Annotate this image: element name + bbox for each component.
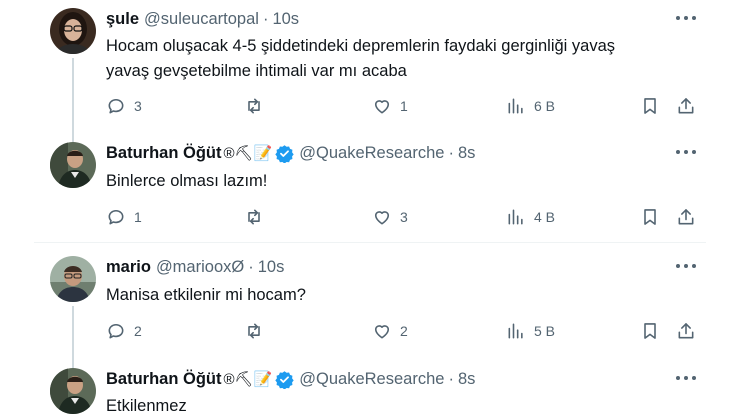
repost-button[interactable] (244, 320, 264, 342)
reply-icon (108, 98, 124, 114)
repost-icon (248, 98, 260, 114)
tweet-header: mario @mariooxØ · 10s (106, 256, 284, 278)
repost-icon (248, 209, 260, 225)
verified-badge-icon[interactable] (275, 370, 294, 389)
views-count: 5 B (534, 323, 556, 339)
tweet-actions: 1 3 4 B (0, 206, 730, 228)
views-bar-chart-icon (508, 323, 523, 339)
tweet-text-line: Binlerce olması lazım! (106, 172, 268, 190)
bookmark-button[interactable] (640, 320, 660, 342)
heart-icon (374, 211, 390, 225)
like-button[interactable]: 1 (372, 95, 408, 117)
bookmark-button[interactable] (640, 206, 660, 228)
share-icon (678, 98, 694, 114)
tweet-text-line: Manisa etkilenir mi hocam? (106, 286, 306, 304)
tweet-text: Manisa etkilenir mi hocam? (106, 283, 306, 308)
views-button[interactable]: 6 B (506, 95, 555, 117)
reply-icon (108, 209, 124, 225)
like-count: 1 (400, 98, 408, 114)
more-dots-icon[interactable] (674, 258, 698, 274)
like-button[interactable]: 2 (372, 320, 408, 342)
views-count: 4 B (534, 209, 556, 225)
avatar-baturhan[interactable] (50, 368, 96, 414)
verified-badge-icon[interactable] (275, 144, 294, 163)
tweet-text: Etkilenmez (106, 394, 187, 419)
more-dots-icon[interactable] (674, 144, 698, 160)
views-bar-chart-icon (508, 98, 523, 114)
bookmark-icon (644, 323, 656, 339)
author-handle[interactable]: @mariooxØ (156, 258, 244, 277)
author-emojis: ®⛏📝 (223, 370, 273, 388)
author-handle[interactable]: @QuakeResearche (299, 144, 444, 163)
tweet-3[interactable]: mario @mariooxØ · 10s Manisa etkilenir m… (0, 252, 730, 368)
author-name[interactable]: Baturhan Öğüt (106, 144, 222, 163)
bookmark-icon (644, 98, 656, 114)
tweet-header: Baturhan Öğüt ®⛏📝 @QuakeResearche · 8s (106, 368, 475, 390)
author-handle[interactable]: @QuakeResearche (299, 370, 444, 389)
views-count: 6 B (534, 98, 556, 114)
timestamp[interactable]: 8s (458, 144, 475, 163)
author-name[interactable]: mario (106, 258, 151, 277)
reply-button[interactable]: 2 (106, 320, 142, 342)
tweet-text: Hocam oluşacak 4-5 şiddetindeki depremle… (106, 34, 615, 84)
tweet-actions: 2 2 5 B (0, 320, 730, 342)
share-button[interactable] (676, 95, 696, 117)
reply-button[interactable]: 3 (106, 95, 142, 117)
tweet-text-line: yavaş gevşetebilme ihtimali var mı acaba (106, 62, 407, 80)
repost-icon (248, 323, 260, 339)
more-dots-icon[interactable] (674, 10, 698, 26)
separator-dot: · (448, 143, 454, 162)
bookmark-button[interactable] (640, 95, 660, 117)
share-icon (678, 209, 694, 225)
like-count: 2 (400, 323, 408, 339)
tweet-text-line: Hocam oluşacak 4-5 şiddetindeki depremle… (106, 37, 616, 55)
tweet-text-line: Etkilenmez (106, 397, 187, 415)
views-button[interactable]: 5 B (506, 320, 555, 342)
author-emojis: ®⛏📝 (223, 144, 273, 162)
reply-count: 1 (134, 209, 142, 225)
tweet-2[interactable]: Baturhan Öğüt ®⛏📝 @QuakeResearche · 8s B… (0, 142, 730, 242)
timestamp[interactable]: 10s (258, 258, 285, 277)
more-dots-icon[interactable] (674, 370, 698, 386)
tweet-text: Binlerce olması lazım! (106, 169, 267, 194)
reply-icon (108, 323, 124, 339)
views-bar-chart-icon (508, 209, 523, 225)
tweet-1[interactable]: şule @suleucartopal · 10s Hocam oluşacak… (0, 0, 730, 142)
tweet-header: şule @suleucartopal · 10s (106, 8, 299, 30)
avatar-baturhan[interactable] (50, 142, 96, 188)
reply-count: 2 (134, 323, 142, 339)
avatar-mario[interactable] (50, 256, 96, 302)
separator-dot: · (248, 257, 254, 276)
tweet-actions: 3 1 6 B (0, 95, 730, 117)
heart-icon (374, 100, 390, 114)
separator-dot: · (448, 369, 454, 388)
author-name[interactable]: şule (106, 10, 139, 29)
author-handle[interactable]: @suleucartopal (144, 10, 259, 29)
reply-count: 3 (134, 98, 142, 114)
avatar-sule[interactable] (50, 8, 96, 54)
timestamp[interactable]: 8s (458, 370, 475, 389)
timestamp[interactable]: 10s (272, 10, 299, 29)
reply-button[interactable]: 1 (106, 206, 142, 228)
tweet-header: Baturhan Öğüt ®⛏📝 @QuakeResearche · 8s (106, 142, 475, 164)
like-count: 3 (400, 209, 408, 225)
views-button[interactable]: 4 B (506, 206, 555, 228)
heart-icon (374, 325, 390, 339)
separator-dot: · (262, 9, 269, 28)
share-button[interactable] (676, 320, 696, 342)
author-name[interactable]: Baturhan Öğüt (106, 370, 222, 389)
share-icon (678, 323, 694, 339)
repost-button[interactable] (244, 95, 264, 117)
thread-divider (34, 242, 706, 243)
tweet-4[interactable]: Baturhan Öğüt ®⛏📝 @QuakeResearche · 8s E… (0, 368, 730, 420)
repost-button[interactable] (244, 206, 264, 228)
bookmark-icon (644, 209, 656, 225)
like-button[interactable]: 3 (372, 206, 408, 228)
share-button[interactable] (676, 206, 696, 228)
